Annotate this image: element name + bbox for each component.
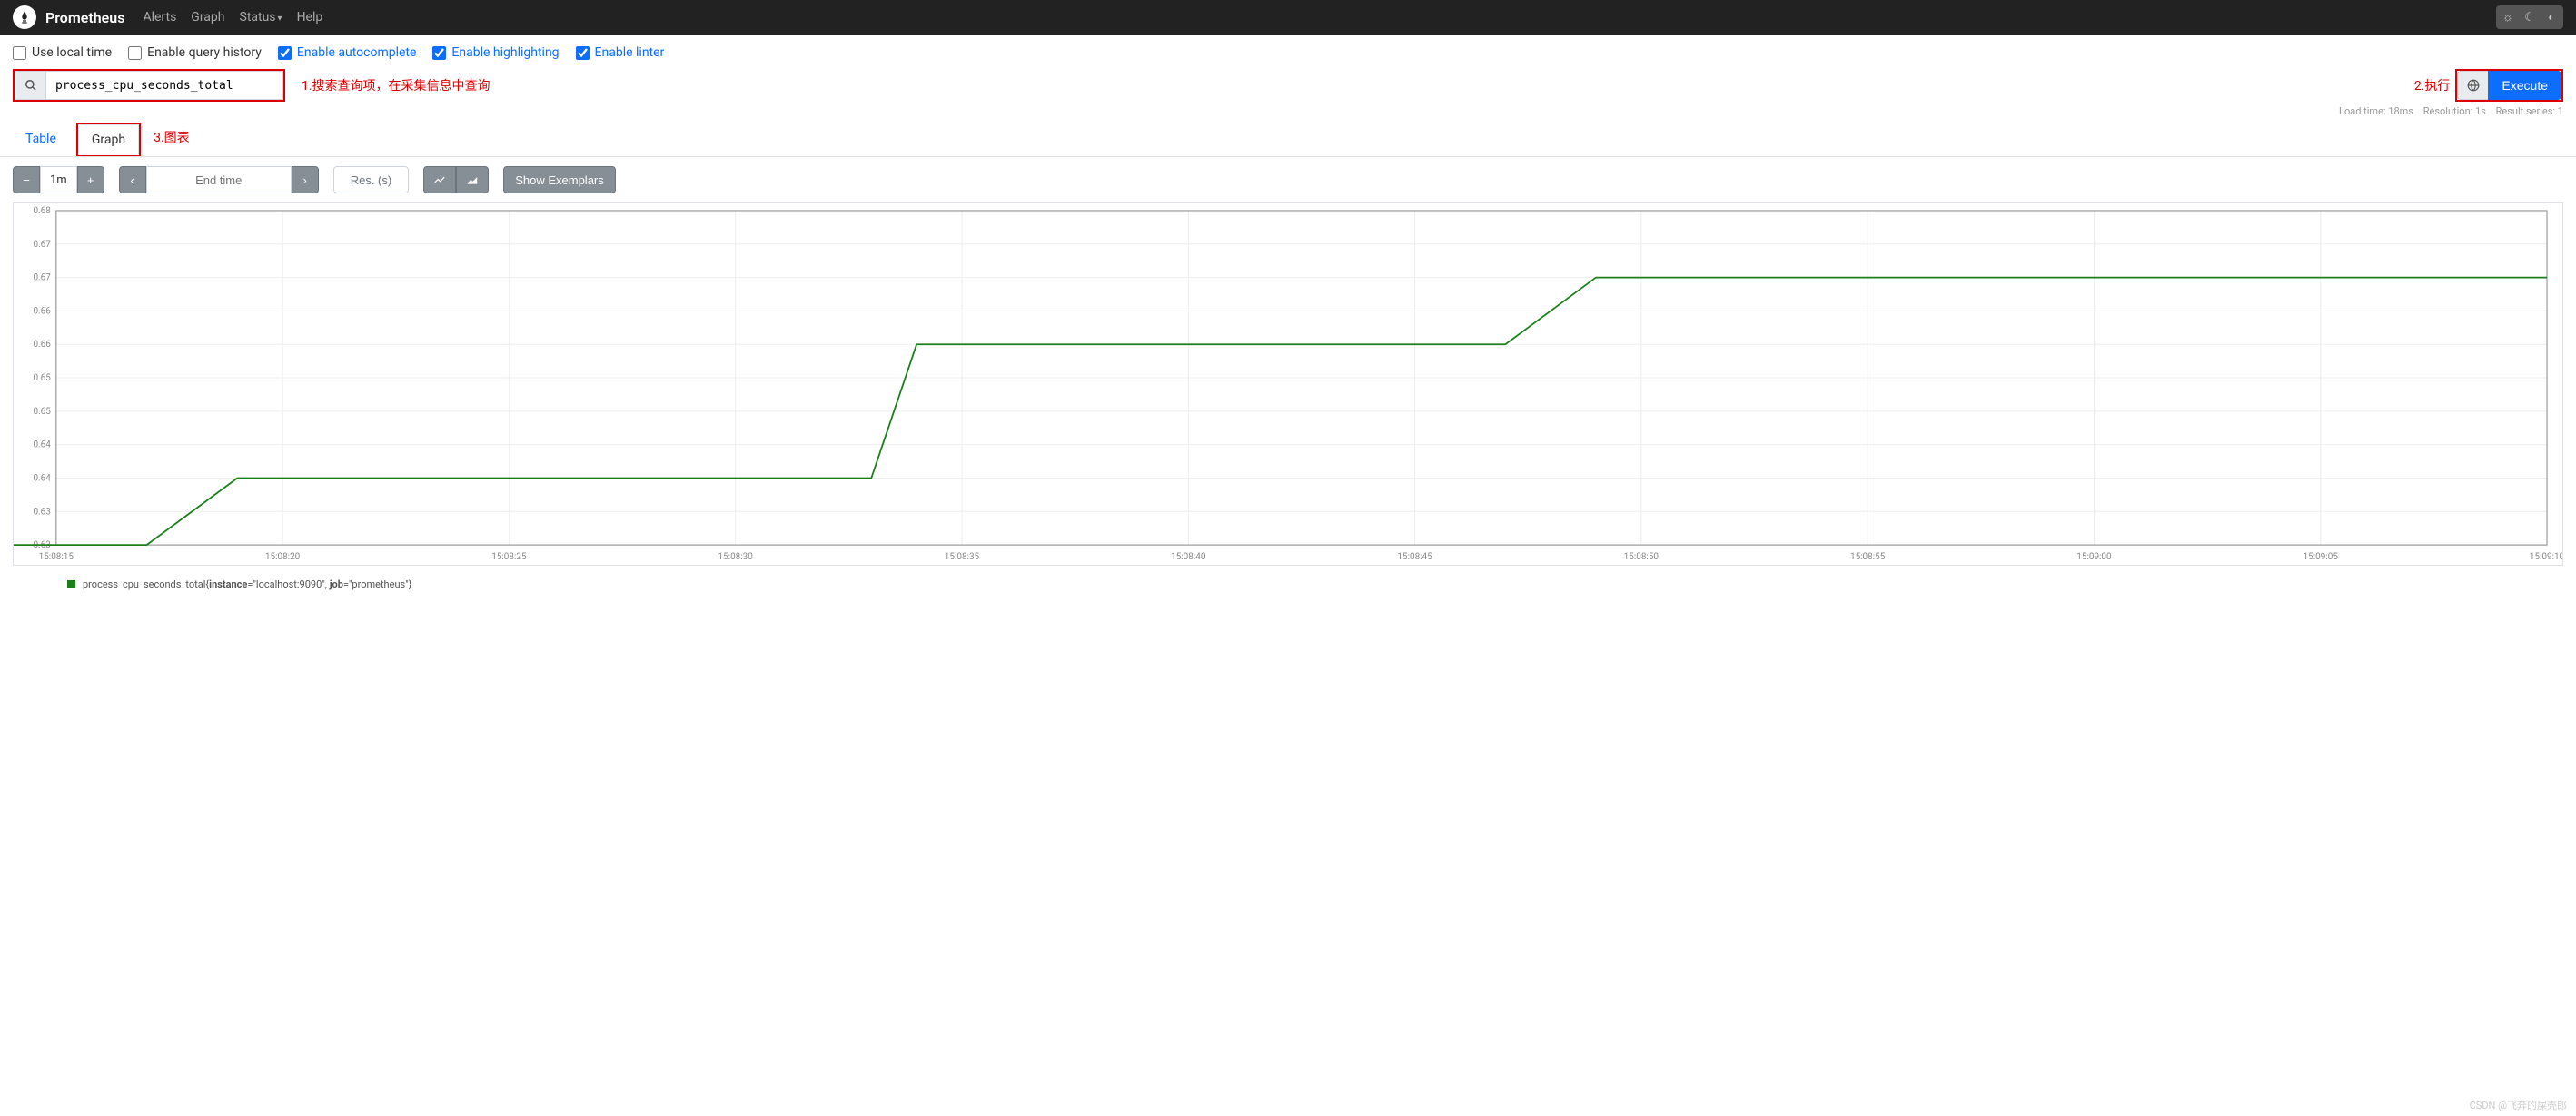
chart-container: 0.630.630.640.640.650.650.660.660.670.67…	[0, 202, 2576, 599]
svg-text:0.63: 0.63	[33, 507, 50, 517]
svg-text:15:09:05: 15:09:05	[2304, 552, 2339, 562]
option-label: Enable linter	[595, 45, 665, 60]
resolution-input[interactable]: Res. (s)	[333, 166, 410, 193]
svg-text:15:08:40: 15:08:40	[1171, 552, 1206, 562]
theme-light-icon[interactable]: ☼	[2498, 7, 2518, 27]
svg-text:0.67: 0.67	[33, 273, 51, 283]
search-icon[interactable]	[15, 71, 45, 100]
result-series-stat: Result series: 1	[2496, 105, 2563, 117]
option-checkbox[interactable]	[128, 46, 142, 60]
option-label: Enable query history	[147, 45, 262, 60]
range-decrease-button[interactable]: −	[13, 166, 40, 193]
query-input[interactable]	[45, 71, 283, 100]
option-checkbox[interactable]	[278, 46, 292, 60]
option-checkbox[interactable]	[13, 46, 26, 60]
option-label: Enable highlighting	[451, 45, 559, 60]
watermark: CSDN @飞奔的屎壳郎	[2470, 1098, 2567, 1112]
execute-button[interactable]: Execute	[2488, 71, 2561, 100]
svg-text:15:08:30: 15:08:30	[718, 552, 754, 562]
svg-text:15:08:20: 15:08:20	[265, 552, 301, 562]
svg-text:0.66: 0.66	[33, 306, 51, 316]
option-4[interactable]: Enable linter	[576, 45, 665, 60]
option-label: Use local time	[32, 45, 112, 60]
navbar: Prometheus Alerts Graph Status▾ Help ☼ ☾…	[0, 0, 2576, 35]
graph-controls: − 1m + ‹ › Res. (s) Show Exemplars	[0, 157, 2576, 202]
option-1[interactable]: Enable query history	[128, 45, 262, 60]
svg-text:15:08:25: 15:08:25	[491, 552, 527, 562]
option-checkbox[interactable]	[432, 46, 446, 60]
svg-text:15:09:10: 15:09:10	[2530, 552, 2562, 562]
query-input-group	[13, 69, 285, 102]
range-increase-button[interactable]: +	[77, 166, 104, 193]
tab-table[interactable]: Table	[13, 124, 69, 155]
tabs: Table Graph 3.图表	[0, 117, 2576, 157]
stacked-chart-icon[interactable]	[456, 166, 489, 193]
chart-area[interactable]: 0.630.630.640.640.650.650.660.660.670.67…	[13, 202, 2563, 566]
svg-text:15:09:00: 15:09:00	[2076, 552, 2112, 562]
show-exemplars-button[interactable]: Show Exemplars	[503, 166, 616, 193]
execute-group: Execute	[2455, 69, 2563, 102]
range-group: − 1m +	[13, 166, 104, 193]
nav-graph[interactable]: Graph	[191, 10, 224, 25]
svg-text:15:08:45: 15:08:45	[1397, 552, 1432, 562]
annotation-1: 1.搜索查询项，在采集信息中查询	[302, 76, 490, 94]
svg-text:0.66: 0.66	[33, 340, 51, 350]
theme-auto-icon[interactable]: ◐	[2541, 7, 2561, 27]
tab-graph[interactable]: Graph	[78, 124, 139, 155]
end-time-next-button[interactable]: ›	[292, 166, 319, 193]
legend[interactable]: process_cpu_seconds_total{instance="loca…	[13, 566, 2563, 599]
prometheus-logo	[13, 5, 36, 29]
nav-alerts[interactable]: Alerts	[143, 10, 176, 25]
svg-text:0.68: 0.68	[33, 206, 51, 216]
end-time-prev-button[interactable]: ‹	[119, 166, 146, 193]
option-2[interactable]: Enable autocomplete	[278, 45, 417, 60]
brand-title: Prometheus	[45, 9, 124, 26]
option-label: Enable autocomplete	[297, 45, 417, 60]
query-row: 1.搜索查询项，在采集信息中查询 2.执行 Execute	[0, 69, 2576, 102]
legend-swatch	[67, 580, 75, 588]
svg-text:0.64: 0.64	[33, 473, 51, 483]
resolution-stat: Resolution: 1s	[2423, 105, 2486, 117]
theme-dark-icon[interactable]: ☾	[2520, 7, 2540, 27]
legend-label: process_cpu_seconds_total{instance="loca…	[83, 578, 411, 590]
end-time-group: ‹ ›	[119, 166, 319, 193]
svg-text:15:08:35: 15:08:35	[945, 552, 980, 562]
load-time: Load time: 18ms	[2339, 105, 2413, 117]
option-checkbox[interactable]	[576, 46, 590, 60]
svg-text:0.65: 0.65	[33, 407, 51, 417]
theme-toggle: ☼ ☾ ◐	[2496, 5, 2563, 29]
svg-text:15:08:50: 15:08:50	[1624, 552, 1660, 562]
svg-text:0.65: 0.65	[33, 373, 51, 383]
svg-text:0.64: 0.64	[33, 440, 51, 450]
globe-icon[interactable]	[2457, 71, 2488, 100]
chevron-down-icon: ▾	[278, 14, 282, 24]
chart-type-group	[423, 166, 489, 193]
options-bar: Use local time Enable query history Enable…	[0, 35, 2576, 69]
range-value[interactable]: 1m	[40, 166, 77, 193]
line-chart-icon[interactable]	[423, 166, 456, 193]
svg-text:15:08:55: 15:08:55	[1850, 552, 1886, 562]
svg-text:15:08:15: 15:08:15	[39, 552, 74, 562]
annotation-2: 2.执行	[2414, 76, 2451, 94]
chart-svg: 0.630.630.640.640.650.650.660.660.670.67…	[14, 203, 2562, 565]
svg-text:0.67: 0.67	[33, 240, 51, 250]
option-3[interactable]: Enable highlighting	[432, 45, 559, 60]
nav-status[interactable]: Status▾	[240, 10, 282, 25]
option-0[interactable]: Use local time	[13, 45, 112, 60]
annotation-3: 3.图表	[154, 128, 190, 152]
end-time-input[interactable]	[146, 166, 292, 193]
query-stats: Load time: 18ms Resolution: 1s Result se…	[0, 102, 2576, 117]
nav-help[interactable]: Help	[297, 10, 323, 25]
